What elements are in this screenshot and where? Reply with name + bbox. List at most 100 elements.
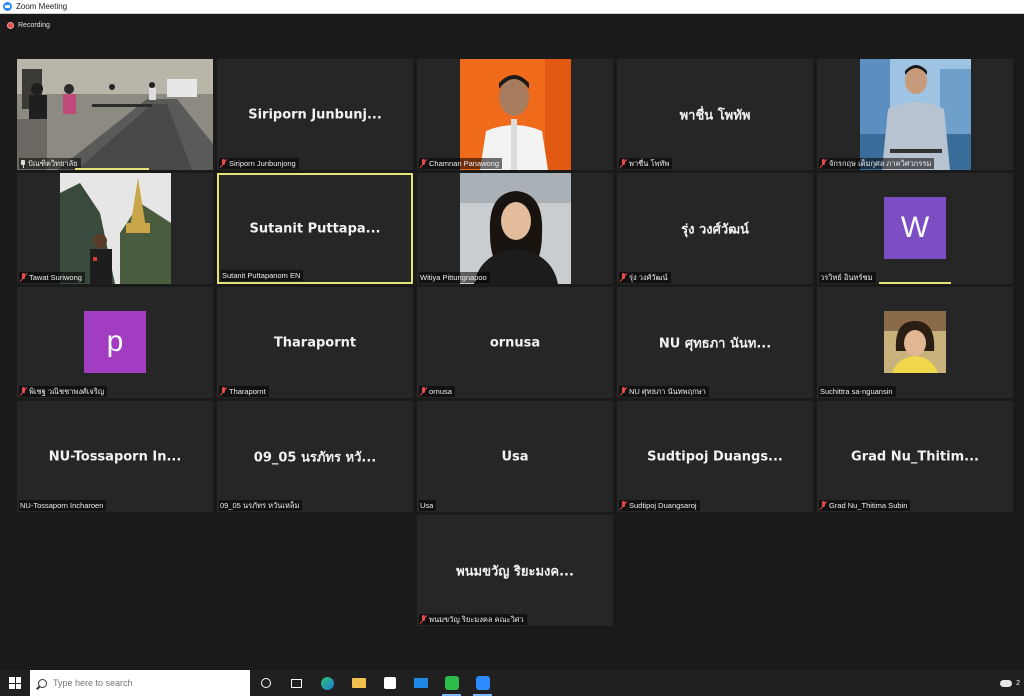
participant-tile-p4[interactable]: พาชื่น โพทัพ พาชื่น โพทัพ bbox=[617, 59, 813, 170]
participant-label: Usa bbox=[419, 500, 437, 511]
participant-label: 09_05 นรภัทร หวันเหล็ม bbox=[219, 500, 303, 511]
participant-label: NU ศุทธภา นันทพฤกษา bbox=[619, 386, 709, 397]
participant-display-name: พนมขวัญ ริยะมงค... bbox=[456, 564, 574, 579]
zoom-app-icon bbox=[3, 2, 12, 11]
participant-label: วรวิทย์ อินทร์ชม bbox=[819, 272, 876, 283]
participant-label: Sudtipoj Duangsaroj bbox=[619, 500, 700, 511]
tray-clock[interactable]: 2 bbox=[1016, 680, 1020, 687]
participant-display-name: Grad Nu_Thitim... bbox=[851, 449, 979, 464]
participant-name: Usa bbox=[420, 501, 434, 510]
participant-tile-p15[interactable]: Suchittra sa-nguansin bbox=[817, 287, 1013, 398]
edge-button[interactable] bbox=[312, 670, 343, 696]
mic-muted-icon bbox=[420, 159, 427, 168]
participant-tile-p21[interactable]: พนมขวัญ ริยะมงค... พนมขวัญ ริยะมงคล คณะว… bbox=[417, 515, 613, 626]
participant-label: Siriporn Junbunjong bbox=[219, 158, 299, 169]
participant-tile-p10[interactable]: W วรวิทย์ อินทร์ชม bbox=[817, 173, 1013, 284]
mic-muted-icon bbox=[20, 273, 27, 282]
recording-label: Recording bbox=[18, 22, 50, 29]
store-button[interactable] bbox=[374, 670, 405, 696]
search-icon bbox=[38, 678, 47, 688]
cortana-icon bbox=[260, 678, 271, 688]
start-button[interactable] bbox=[0, 670, 30, 696]
participant-label: พนมขวัญ ริยะมงคล คณะวิศว bbox=[419, 614, 527, 625]
pin-icon bbox=[20, 159, 26, 168]
taskbar-search[interactable] bbox=[30, 670, 250, 696]
participant-tile-p16[interactable]: NU-Tossaporn In... NU-Tossaporn Incharoe… bbox=[17, 401, 213, 512]
zoom-button[interactable] bbox=[467, 670, 498, 696]
windows-taskbar: 2 bbox=[0, 670, 1024, 696]
participant-tile-p17[interactable]: 09_05 นรภัทร หวั... 09_05 นรภัทร หวันเหล… bbox=[217, 401, 413, 512]
participant-tile-p7[interactable]: Sutanit Puttapa... Sutanit Puttapanom EN bbox=[217, 173, 413, 284]
participant-display-name: Usa bbox=[501, 449, 529, 464]
participant-display-name: Tharapornt bbox=[273, 335, 357, 350]
participant-tile-p6[interactable]: Tawat Suriwong bbox=[17, 173, 213, 284]
participant-tile-p13[interactable]: ornusa ornusa bbox=[417, 287, 613, 398]
mail-button[interactable] bbox=[405, 670, 436, 696]
mic-muted-icon bbox=[620, 273, 627, 282]
participant-avatar-photo bbox=[884, 311, 946, 373]
participant-label: รุ่ง วงศ์วัฒน์ bbox=[619, 272, 671, 283]
participant-label: พิเชฐ วณิชชาพงศ์เจริญ bbox=[19, 386, 108, 397]
participant-name: Suchittra sa-nguansin bbox=[820, 387, 893, 396]
participant-tile-p8[interactable]: Witiya Pittungnapoo bbox=[417, 173, 613, 284]
participant-tile-p11[interactable]: p พิเชฐ วณิชชาพงศ์เจริญ bbox=[17, 287, 213, 398]
participant-name: พาชื่น โพทัพ bbox=[629, 158, 670, 168]
file-explorer-button[interactable] bbox=[343, 670, 374, 696]
participant-tile-p2[interactable]: Siriporn Junbunj... Siriporn Junbunjong bbox=[217, 59, 413, 170]
participant-label: Tawat Suriwong bbox=[19, 272, 85, 283]
search-input[interactable] bbox=[53, 678, 233, 688]
participant-video bbox=[60, 173, 171, 284]
line-app-icon bbox=[444, 676, 459, 690]
participant-label: ปัณฑิตวิทยาลัย bbox=[19, 158, 81, 169]
participant-tile-p14[interactable]: NU ศุทธภา นันท... NU ศุทธภา นันทพฤกษา bbox=[617, 287, 813, 398]
avatar: W bbox=[884, 197, 946, 259]
participant-tile-p20[interactable]: Grad Nu_Thitim... Grad Nu_Thitima Subin bbox=[817, 401, 1013, 512]
participant-tile-p5[interactable]: จักรกฤษ เต็มกุศล ภาควิศวกรรม bbox=[817, 59, 1013, 170]
participant-name: 09_05 นรภัทร หวันเหล็ม bbox=[220, 500, 300, 510]
participant-label: Witiya Pittungnapoo bbox=[419, 272, 490, 283]
recording-dot-icon bbox=[7, 22, 14, 29]
participant-tile-p19[interactable]: Sudtipoj Duangs... Sudtipoj Duangsaroj bbox=[617, 401, 813, 512]
mic-muted-icon bbox=[420, 615, 427, 624]
participant-name: Siriporn Junbunjong bbox=[229, 159, 296, 168]
participant-name: Chamnan Panawong bbox=[429, 159, 500, 168]
windows-logo-icon bbox=[9, 677, 21, 689]
participant-tile-p18[interactable]: Usa Usa bbox=[417, 401, 613, 512]
participant-tile-p9[interactable]: รุ่ง วงศ์วัฒน์ รุ่ง วงศ์วัฒน์ bbox=[617, 173, 813, 284]
mic-muted-icon bbox=[220, 159, 227, 168]
mic-muted-icon bbox=[220, 387, 227, 396]
participant-display-name: รุ่ง วงศ์วัฒน์ bbox=[681, 222, 749, 237]
participant-display-name: ornusa bbox=[489, 335, 541, 350]
participant-display-name: Sudtipoj Duangs... bbox=[647, 449, 783, 464]
participant-label: Chamnan Panawong bbox=[419, 158, 503, 169]
line-button[interactable] bbox=[436, 670, 467, 696]
recording-indicator[interactable]: Recording bbox=[7, 22, 50, 29]
weather-icon[interactable] bbox=[1000, 679, 1013, 687]
participant-name: ornusa bbox=[429, 387, 452, 396]
participant-tile-p12[interactable]: Tharapornt Tharapornt bbox=[217, 287, 413, 398]
participant-name: Tharapornt bbox=[229, 387, 266, 396]
participant-name: รุ่ง วงศ์วัฒน์ bbox=[629, 272, 668, 282]
cortana-button[interactable] bbox=[250, 670, 281, 696]
mic-muted-icon bbox=[420, 387, 427, 396]
mic-muted-icon bbox=[620, 387, 627, 396]
mic-muted-icon bbox=[820, 501, 827, 510]
participant-name: Sudtipoj Duangsaroj bbox=[629, 501, 697, 510]
participant-name: Sutanit Puttapanom EN bbox=[222, 271, 301, 280]
participant-name: จักรกฤษ เต็มกุศล ภาควิศวกรรม bbox=[829, 158, 932, 168]
system-tray: 2 bbox=[1000, 670, 1024, 696]
participant-label: พาชื่น โพทัพ bbox=[619, 158, 673, 169]
participant-name: ปัณฑิตวิทยาลัย bbox=[28, 158, 78, 168]
store-icon bbox=[383, 677, 396, 689]
task-view-button[interactable] bbox=[281, 670, 312, 696]
mic-muted-icon bbox=[820, 159, 827, 168]
speaking-indicator bbox=[879, 282, 951, 284]
task-view-icon bbox=[291, 678, 302, 688]
participant-tile-p3[interactable]: Chamnan Panawong bbox=[417, 59, 613, 170]
participant-tile-p1[interactable]: ปัณฑิตวิทยาลัย bbox=[17, 59, 213, 170]
participant-display-name: NU-Tossaporn In... bbox=[48, 449, 182, 464]
mic-muted-icon bbox=[620, 159, 627, 168]
avatar: p bbox=[84, 311, 146, 373]
window-titlebar: Zoom Meeting bbox=[0, 0, 1024, 14]
participant-video bbox=[17, 59, 213, 170]
